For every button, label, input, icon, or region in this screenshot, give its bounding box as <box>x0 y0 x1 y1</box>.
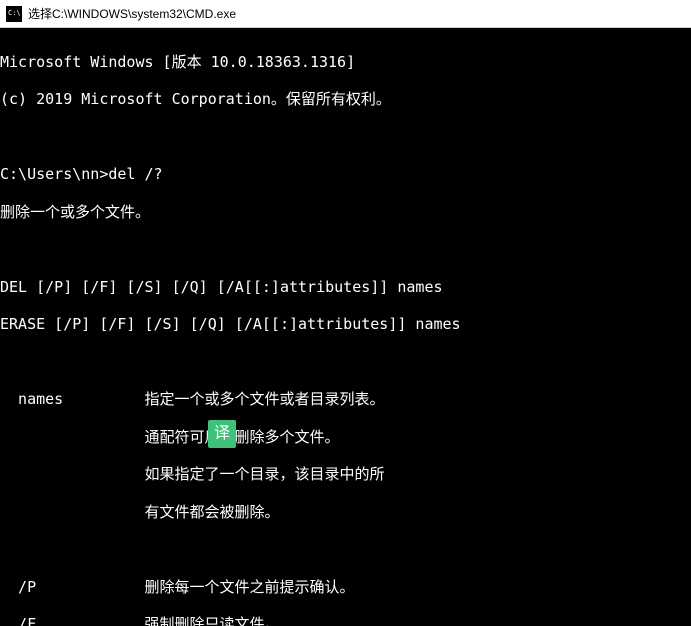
copyright-line: (c) 2019 Microsoft Corporation。保留所有权利。 <box>0 90 691 109</box>
help-description: 删除一个或多个文件。 <box>0 203 691 222</box>
window-titlebar: C:\ 选择C:\WINDOWS\system32\CMD.exe <box>0 0 691 28</box>
option-f: /F 强制删除只读文件。 <box>0 615 691 626</box>
cmd-icon: C:\ <box>6 6 22 22</box>
window-title: 选择C:\WINDOWS\system32\CMD.exe <box>28 5 236 22</box>
syntax-erase: ERASE [/P] [/F] [/S] [/Q] [/A[[:]attribu… <box>0 315 691 334</box>
blank-line <box>0 128 691 147</box>
blank-line <box>0 240 691 259</box>
param-names-3: 如果指定了一个目录，该目录中的所 <box>0 465 691 484</box>
param-names-1: names 指定一个或多个文件或者目录列表。 <box>0 390 691 409</box>
option-p: /P 删除每一个文件之前提示确认。 <box>0 578 691 597</box>
blank-line <box>0 353 691 372</box>
syntax-del: DEL [/P] [/F] [/S] [/Q] [/A[[:]attribute… <box>0 278 691 297</box>
blank-line <box>0 540 691 559</box>
terminal-output[interactable]: Microsoft Windows [版本 10.0.18363.1316] (… <box>0 28 691 626</box>
prompt-line-1: C:\Users\nn>del /? <box>0 165 691 184</box>
param-names-4: 有文件都会被删除。 <box>0 503 691 522</box>
svg-text:C:\: C:\ <box>8 9 21 17</box>
translate-widget[interactable]: 译 <box>208 420 236 448</box>
param-names-2: 通配符可用来删除多个文件。 <box>0 428 691 447</box>
translate-icon-label: 译 <box>214 424 230 444</box>
version-line: Microsoft Windows [版本 10.0.18363.1316] <box>0 53 691 72</box>
